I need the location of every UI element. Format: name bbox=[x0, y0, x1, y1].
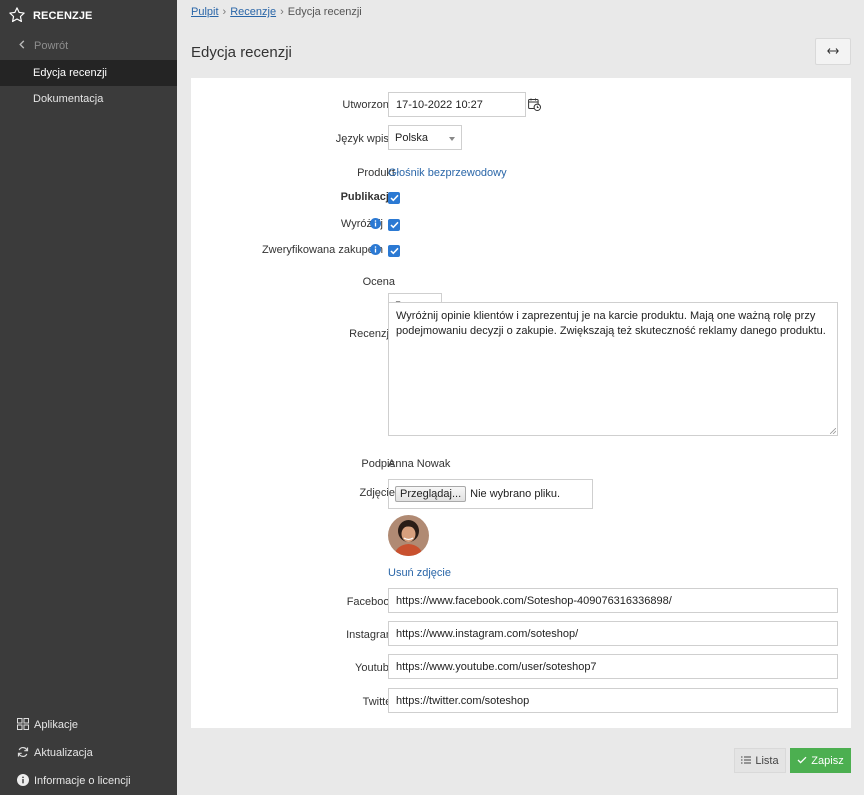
sidebar-item-label: Aktualizacja bbox=[34, 747, 93, 759]
sidebar-item-edit-review[interactable]: Edycja recenzji bbox=[0, 60, 177, 86]
sidebar-item-apps[interactable]: Aplikacje bbox=[0, 711, 177, 739]
breadcrumb-dashboard[interactable]: Pulpit bbox=[191, 6, 219, 18]
publication-checkbox[interactable] bbox=[388, 192, 400, 204]
arrows-horizontal-icon bbox=[827, 46, 839, 58]
list-button[interactable]: Lista bbox=[734, 748, 786, 773]
verified-label: Zweryfikowana zakupem bbox=[261, 244, 383, 256]
caret-down-icon bbox=[449, 137, 455, 141]
highlight-checkbox[interactable] bbox=[388, 219, 400, 231]
calendar-clock-icon[interactable] bbox=[528, 98, 542, 114]
sidebar-item-label: Informacje o licencji bbox=[34, 775, 131, 787]
sidebar-item-label: Edycja recenzji bbox=[33, 67, 107, 79]
check-icon bbox=[389, 194, 399, 202]
signature-value: Anna Nowak bbox=[388, 458, 451, 470]
list-button-label: Lista bbox=[755, 754, 779, 767]
check-icon bbox=[389, 247, 399, 255]
refresh-icon bbox=[17, 746, 34, 761]
language-select[interactable]: Polska bbox=[388, 125, 462, 150]
check-icon bbox=[797, 755, 811, 767]
youtube-input[interactable]: https://www.youtube.com/user/soteshop7 bbox=[388, 654, 838, 679]
sidebar: RECENZJE Powrót Edycja recenzji Dokument… bbox=[0, 0, 177, 795]
expand-width-button[interactable] bbox=[815, 38, 851, 65]
info-icon[interactable] bbox=[370, 244, 381, 255]
sidebar-title: RECENZJE bbox=[33, 10, 93, 22]
sidebar-item-label: Dokumentacja bbox=[33, 93, 104, 105]
breadcrumb-separator: › bbox=[280, 6, 284, 18]
form-panel: Utworzona 17-10-2022 10:27 Język wpisu P… bbox=[191, 78, 851, 728]
chevron-left-icon bbox=[18, 40, 34, 52]
sidebar-item-documentation[interactable]: Dokumentacja bbox=[0, 86, 177, 112]
sidebar-item-license[interactable]: Informacje o licencji bbox=[0, 767, 177, 795]
save-button-label: Zapisz bbox=[811, 754, 844, 767]
check-icon bbox=[389, 221, 399, 229]
resize-handle-icon bbox=[830, 428, 836, 434]
remove-photo-link[interactable]: Usuń zdjęcie bbox=[388, 567, 451, 579]
breadcrumb-reviews[interactable]: Recenzje bbox=[230, 6, 276, 18]
breadcrumb-separator: › bbox=[222, 6, 227, 18]
product-link[interactable]: Głośnik bezprzewodowy bbox=[388, 167, 507, 179]
back-label: Powrót bbox=[34, 40, 69, 52]
review-textarea[interactable]: Wyróżnij opinie klientów i zaprezentuj j… bbox=[388, 302, 838, 436]
main-content: Pulpit › Recenzje › Edycja recenzji Edycja r… bbox=[177, 0, 864, 795]
language-value: Polska bbox=[395, 131, 429, 144]
language-label: Język wpisu bbox=[335, 133, 395, 145]
facebook-input[interactable]: https://www.facebook.com/Soteshop-409076… bbox=[388, 588, 838, 613]
instagram-input[interactable]: https://www.instagram.com/soteshop/ bbox=[388, 621, 838, 646]
sidebar-item-label: Aplikacje bbox=[34, 719, 79, 731]
breadcrumb: Pulpit › Recenzje › Edycja recenzji bbox=[191, 6, 362, 18]
rating-label: Ocena bbox=[362, 276, 395, 288]
back-link[interactable]: Powrót bbox=[0, 32, 177, 60]
page-title: Edycja recenzji bbox=[191, 44, 292, 61]
breadcrumb-current: Edycja recenzji bbox=[287, 6, 362, 18]
created-input[interactable]: 17-10-2022 10:27 bbox=[388, 92, 526, 117]
no-file-text: Nie wybrano pliku. bbox=[470, 488, 561, 500]
verified-checkbox[interactable] bbox=[388, 245, 400, 257]
info-icon bbox=[17, 773, 34, 789]
star-icon bbox=[8, 6, 26, 27]
photo-file-input[interactable]: Przeglądaj... Nie wybrano pliku. bbox=[388, 479, 593, 509]
list-icon bbox=[741, 755, 755, 767]
avatar bbox=[388, 515, 429, 556]
save-button[interactable]: Zapisz bbox=[790, 748, 851, 773]
sidebar-bottom: Aplikacje Aktualizacja Informacje o lice… bbox=[0, 711, 177, 795]
review-text: Wyróżnij opinie klientów i zaprezentuj j… bbox=[396, 310, 826, 337]
info-icon[interactable] bbox=[370, 218, 381, 229]
publication-label: Publikacja bbox=[340, 191, 395, 203]
sidebar-item-updates[interactable]: Aktualizacja bbox=[0, 739, 177, 767]
browse-button[interactable]: Przeglądaj... bbox=[395, 486, 467, 502]
sidebar-header: RECENZJE bbox=[0, 0, 177, 32]
grid-icon bbox=[17, 717, 34, 733]
twitter-input[interactable]: https://twitter.com/soteshop bbox=[388, 688, 838, 713]
